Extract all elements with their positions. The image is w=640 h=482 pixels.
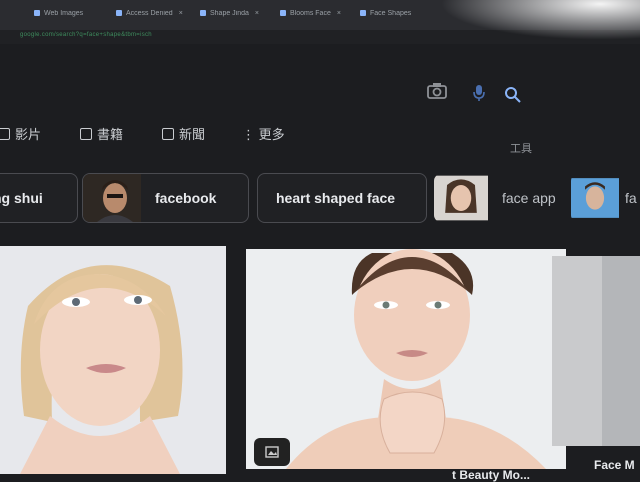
chip-label: face app [502, 190, 556, 206]
chip-label: facebook [155, 190, 217, 206]
image-result[interactable] [0, 246, 226, 474]
close-tab-icon[interactable]: × [337, 10, 341, 17]
browser-tab[interactable]: Shape Jinda × [200, 10, 272, 26]
chip-thumbnail [571, 178, 619, 218]
book-icon [80, 128, 92, 140]
result-caption[interactable]: Face M [594, 458, 635, 472]
browser-tab[interactable]: Blooms Face × [280, 10, 352, 26]
mic-icon[interactable] [472, 84, 486, 102]
chip-face-app[interactable]: face app [433, 173, 565, 223]
chip-label: fa [625, 190, 637, 206]
tab-more[interactable]: ⋮ 更多 [242, 124, 285, 143]
favicon-icon [360, 10, 366, 17]
chip-thumbnail [83, 174, 141, 222]
video-icon [0, 128, 10, 140]
chip-label: ng shui [0, 190, 43, 206]
tab-news[interactable]: 新聞 [162, 124, 205, 143]
favicon-icon [116, 10, 122, 17]
image-result[interactable] [246, 249, 566, 469]
camera-icon[interactable] [426, 82, 448, 100]
browser-tab[interactable]: Access Denied × [116, 10, 188, 26]
chip-feng-shui[interactable]: ng shui [0, 173, 78, 223]
image-icon [265, 446, 279, 458]
image-badge [254, 438, 290, 466]
search-tabs-row: 影片 書籍 新聞 ⋮ 更多 [0, 118, 640, 152]
browser-tab-bar: Web Images Access Denied × Shape Jinda × B… [0, 0, 640, 31]
chip-thumbnail [434, 175, 488, 221]
news-icon [162, 128, 174, 140]
more-dots-icon: ⋮ [242, 127, 259, 142]
result-image [552, 256, 640, 446]
close-tab-icon[interactable]: × [179, 10, 183, 17]
chip-facebook[interactable]: facebook [82, 173, 249, 223]
browser-tab[interactable]: Web Images [34, 10, 104, 26]
favicon-icon [280, 10, 286, 17]
chip-label: heart shaped face [276, 190, 396, 206]
chip-fa[interactable]: fa [570, 173, 640, 223]
chip-heart-shaped-face[interactable]: heart shaped face [257, 173, 427, 223]
browser-tab[interactable]: Face Shapes [360, 10, 430, 26]
image-result[interactable] [552, 256, 640, 446]
close-tab-icon[interactable]: × [255, 10, 259, 17]
favicon-icon [34, 10, 40, 17]
result-image [0, 246, 226, 474]
url-text: google.com/search?q=face+shape&tbm=isch [20, 32, 152, 38]
tab-books[interactable]: 書籍 [80, 124, 123, 143]
favicon-icon [200, 10, 206, 17]
tab-videos[interactable]: 影片 [0, 124, 41, 143]
address-bar[interactable]: google.com/search?q=face+shape&tbm=isch [0, 30, 640, 44]
search-icon[interactable] [504, 86, 522, 104]
result-image [246, 249, 566, 469]
tools-button[interactable]: 工具 [510, 140, 532, 156]
